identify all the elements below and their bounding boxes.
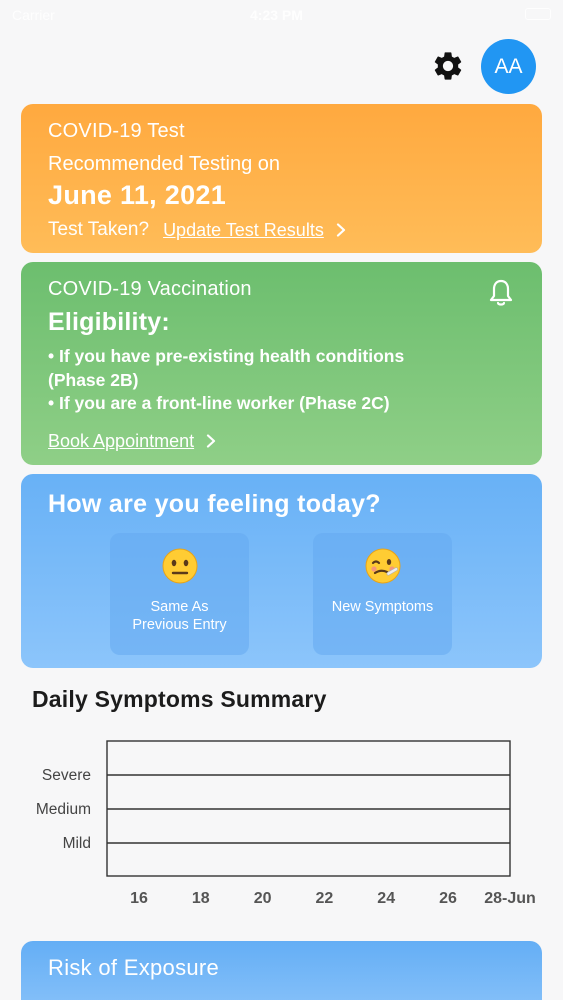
vaccination-card-title: COVID-19 Vaccination <box>48 278 252 300</box>
feeling-card: How are you feeling today? Same As Previ… <box>21 474 542 668</box>
risk-card-title: Risk of Exposure <box>48 955 220 980</box>
gear-icon <box>434 52 462 80</box>
test-card-title: COVID-19 Test <box>48 120 185 142</box>
battery-icon <box>525 8 551 20</box>
woozy-face-icon <box>365 548 400 584</box>
summary-title: Daily Symptoms Summary <box>32 686 327 712</box>
test-taken-label: Test Taken? <box>48 219 150 240</box>
chevron-right-icon[interactable] <box>206 434 216 448</box>
symptoms-chart: Mild Medium Severe 16 18 20 22 24 26 28-Jun <box>36 740 536 907</box>
covid-vaccination-card: COVID-19 Vaccination Eligibility: • If y… <box>21 262 542 465</box>
feeling-card-title: How are you feeling today? <box>48 490 381 518</box>
eligibility-item: • If you have pre-existing health condit… <box>48 346 405 366</box>
x-tick-label: 28-Jun <box>484 890 536 907</box>
risk-of-exposure-card[interactable]: Risk of Exposure <box>21 941 542 1000</box>
clock: 4:23 PM <box>250 7 303 23</box>
eligibility-list: • If you have pre-existing health condit… <box>48 345 515 416</box>
x-tick-label: 24 <box>377 890 395 907</box>
covid-test-card: COVID-19 Test Recommended Testing on Jun… <box>21 104 542 253</box>
new-symptoms-button[interactable]: New Symptoms <box>313 533 452 655</box>
x-tick-label: 20 <box>254 890 272 907</box>
test-recommendation-label: Recommended Testing on <box>48 153 280 175</box>
eligibility-item: • If you are a front-line worker (Phase … <box>48 393 390 413</box>
x-tick-label: 26 <box>439 890 457 907</box>
neutral-face-icon <box>162 548 197 584</box>
x-tick-label: 22 <box>316 890 334 907</box>
bell-icon[interactable] <box>488 278 514 308</box>
status-bar: Carrier 4:23 PM <box>0 0 563 30</box>
x-tick-label: 16 <box>130 890 148 907</box>
y-tick-label: Medium <box>36 801 91 818</box>
new-symptoms-label: New Symptoms <box>331 599 434 615</box>
x-tick-label: 18 <box>192 890 210 907</box>
y-tick-label: Mild <box>63 835 91 852</box>
eligibility-heading: Eligibility: <box>48 308 170 336</box>
carrier-label: Carrier <box>12 7 55 23</box>
avatar[interactable]: AA <box>481 39 536 94</box>
book-appointment-link[interactable]: Book Appointment <box>48 431 194 452</box>
avatar-initials: AA <box>494 54 523 78</box>
test-taken-row: Test Taken? Update Test Results <box>48 219 515 241</box>
eligibility-item: (Phase 2B) <box>48 369 139 390</box>
settings-button[interactable] <box>430 48 466 84</box>
same-as-previous-button[interactable]: Same As Previous Entry <box>110 533 249 655</box>
same-as-label-line2: Previous Entry <box>132 617 227 633</box>
update-test-results-link[interactable]: Update Test Results <box>163 220 324 241</box>
y-tick-label: Severe <box>42 767 91 784</box>
same-as-label-line1: Same As <box>150 599 209 615</box>
book-appointment-row: Book Appointment <box>48 431 515 452</box>
chevron-right-icon[interactable] <box>336 223 346 237</box>
test-date: June 11, 2021 <box>48 180 227 210</box>
